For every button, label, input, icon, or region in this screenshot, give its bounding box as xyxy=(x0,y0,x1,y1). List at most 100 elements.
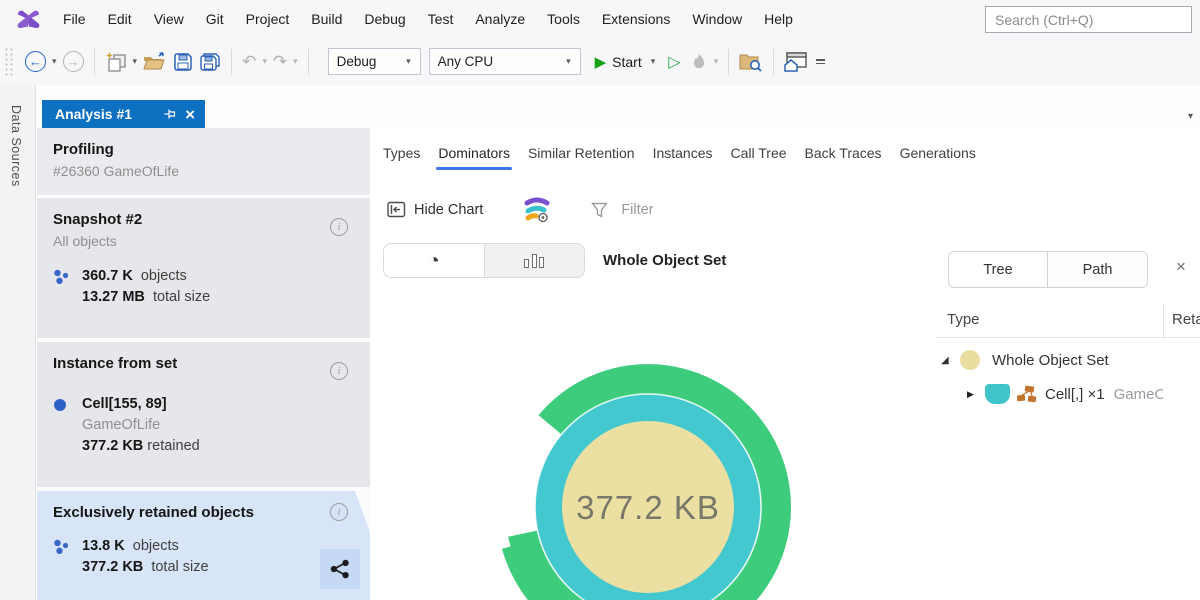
start-debugging-button[interactable]: ▶ Start ▾ xyxy=(591,50,663,74)
redo-button[interactable]: ↷ xyxy=(270,49,290,75)
close-icon[interactable]: × xyxy=(1176,258,1186,275)
sunburst-view-button[interactable]: ◔ xyxy=(384,244,484,277)
column-type[interactable]: Type xyxy=(947,311,980,328)
start-without-debugging-button[interactable]: ▷ xyxy=(662,52,686,72)
new-project-chevron[interactable]: ▾ xyxy=(130,56,141,67)
toolbar-separator xyxy=(94,49,95,75)
tab-generations[interactable]: Generations xyxy=(900,145,976,170)
solution-platform-dropdown[interactable]: Any CPU ▾ xyxy=(429,48,581,75)
menu-build[interactable]: Build xyxy=(300,7,353,31)
toolbar-separator xyxy=(308,49,309,75)
back-dropdown-chevron[interactable]: ▾ xyxy=(49,56,60,67)
menu-extensions[interactable]: Extensions xyxy=(591,7,681,31)
info-icon[interactable] xyxy=(330,362,348,380)
search-input[interactable] xyxy=(985,6,1192,33)
navigate-back-button[interactable]: ← xyxy=(22,48,49,75)
filter-control[interactable]: Filter xyxy=(591,202,653,218)
objects-dots-icon xyxy=(53,539,70,555)
open-folder-button[interactable] xyxy=(140,49,170,74)
menu-edit[interactable]: Edit xyxy=(97,7,143,31)
snapshot-size-stat: 13.27 MB total size xyxy=(82,287,210,308)
tree-row-cell-array[interactable]: ▶ Cell[,] ×1 GameOfLife xyxy=(935,378,1163,410)
filter-label: Filter xyxy=(621,202,653,218)
snapshot-objects-stat: 360.7 K objects xyxy=(82,266,210,287)
open-retention-graph-button[interactable] xyxy=(320,549,360,589)
instance-dot-icon xyxy=(53,397,69,413)
object-set-icon xyxy=(960,350,980,370)
analysis-subject-panel: Profiling #26360 GameOfLife Snapshot #2 … xyxy=(37,128,370,600)
info-icon[interactable] xyxy=(330,218,348,236)
tree-row-whole-object-set[interactable]: ◢ Whole Object Set xyxy=(935,344,1163,376)
new-project-icon xyxy=(105,52,127,72)
undo-button[interactable]: ↶ xyxy=(239,49,259,75)
profiling-subtitle: #26360 GameOfLife xyxy=(53,163,354,179)
expanded-triangle-icon[interactable]: ◢ xyxy=(941,355,955,366)
exclusively-retained-card[interactable]: Exclusively retained objects 13.8 K obje… xyxy=(37,491,370,600)
snapshot-subtitle: All objects xyxy=(53,233,354,249)
profiling-card[interactable]: Profiling #26360 GameOfLife xyxy=(37,128,370,195)
hot-reload-chevron[interactable]: ▾ xyxy=(711,56,722,67)
column-divider[interactable] xyxy=(1163,304,1164,338)
tab-similar-retention[interactable]: Similar Retention xyxy=(528,145,635,170)
retention-panel: Tree Path × Type Retained ◢ Whole Object… xyxy=(935,240,1200,600)
exclusive-objects-stat: 13.8 K objects xyxy=(82,536,209,557)
tab-list-chevron-icon[interactable]: ▾ xyxy=(1188,111,1193,122)
collapsed-triangle-icon[interactable]: ▶ xyxy=(967,389,981,400)
redo-dropdown-chevron[interactable]: ▾ xyxy=(290,56,301,67)
snapshot-card[interactable]: Snapshot #2 All objects 360.7 K objects … xyxy=(37,198,370,338)
hot-reload-button[interactable] xyxy=(687,50,711,74)
tab-back-traces[interactable]: Back Traces xyxy=(805,145,882,170)
new-project-button[interactable] xyxy=(102,49,130,75)
instance-name: Cell[155, 89] xyxy=(82,394,200,415)
menu-project[interactable]: Project xyxy=(235,7,301,31)
tab-types[interactable]: Types xyxy=(383,145,420,170)
chart-types-icon[interactable] xyxy=(523,196,551,223)
tab-call-tree[interactable]: Call Tree xyxy=(731,145,787,170)
toolbar-overflow-button[interactable] xyxy=(816,59,825,64)
menu-analyze[interactable]: Analyze xyxy=(464,7,536,31)
menu-git[interactable]: Git xyxy=(195,7,235,31)
save-all-button[interactable] xyxy=(196,49,224,75)
bar-view-button[interactable] xyxy=(484,244,585,277)
toolbar-grip[interactable] xyxy=(4,47,14,77)
redo-icon: ↷ xyxy=(273,52,287,72)
solution-configuration-dropdown[interactable]: Debug ▾ xyxy=(328,48,421,75)
menu-tools[interactable]: Tools xyxy=(536,7,591,31)
toolbar-separator xyxy=(728,49,729,75)
tab-instances[interactable]: Instances xyxy=(653,145,713,170)
hide-chart-label: Hide Chart xyxy=(414,202,483,218)
info-icon[interactable] xyxy=(330,503,348,521)
save-icon xyxy=(173,52,193,72)
document-tab-analysis[interactable]: Analysis #1 × xyxy=(42,100,205,128)
data-sources-label[interactable]: Data Sources xyxy=(9,105,23,187)
pie-chart-icon: ◔ xyxy=(428,251,440,271)
find-in-files-button[interactable] xyxy=(736,49,766,75)
tab-dominators[interactable]: Dominators xyxy=(438,145,510,170)
tree-view-button[interactable]: Tree xyxy=(948,251,1048,288)
path-view-button[interactable]: Path xyxy=(1048,251,1148,288)
menu-window[interactable]: Window xyxy=(681,7,753,31)
play-icon: ▶ xyxy=(595,53,607,71)
navigate-forward-button[interactable]: → xyxy=(60,48,87,75)
close-icon[interactable]: × xyxy=(185,106,195,123)
exclusive-title: Exclusively retained objects xyxy=(53,504,354,521)
sunburst-chart: 377.2 KB xyxy=(370,290,955,600)
menu-file[interactable]: File xyxy=(52,7,97,31)
instance-card[interactable]: Instance from set Cell[155, 89] GameOfLi… xyxy=(37,342,370,487)
chevron-down-icon: ▾ xyxy=(403,56,414,67)
menu-view[interactable]: View xyxy=(143,7,195,31)
hide-chart-button[interactable]: Hide Chart xyxy=(387,201,483,218)
menu-test[interactable]: Test xyxy=(417,7,465,31)
profiling-title: Profiling xyxy=(53,141,354,158)
menu-help[interactable]: Help xyxy=(753,7,804,31)
undo-dropdown-chevron[interactable]: ▾ xyxy=(259,56,270,67)
save-button[interactable] xyxy=(170,49,196,75)
menu-debug[interactable]: Debug xyxy=(353,7,416,31)
column-retained[interactable]: Retained xyxy=(1172,311,1200,328)
chart-type-toggle: ◔ xyxy=(383,243,585,278)
pin-icon[interactable] xyxy=(162,107,176,121)
scope-label: Whole Object Set xyxy=(603,252,726,269)
flame-icon xyxy=(690,53,708,71)
solution-explorer-button[interactable] xyxy=(781,49,810,75)
tree-path-toggle: Tree Path xyxy=(948,251,1148,288)
